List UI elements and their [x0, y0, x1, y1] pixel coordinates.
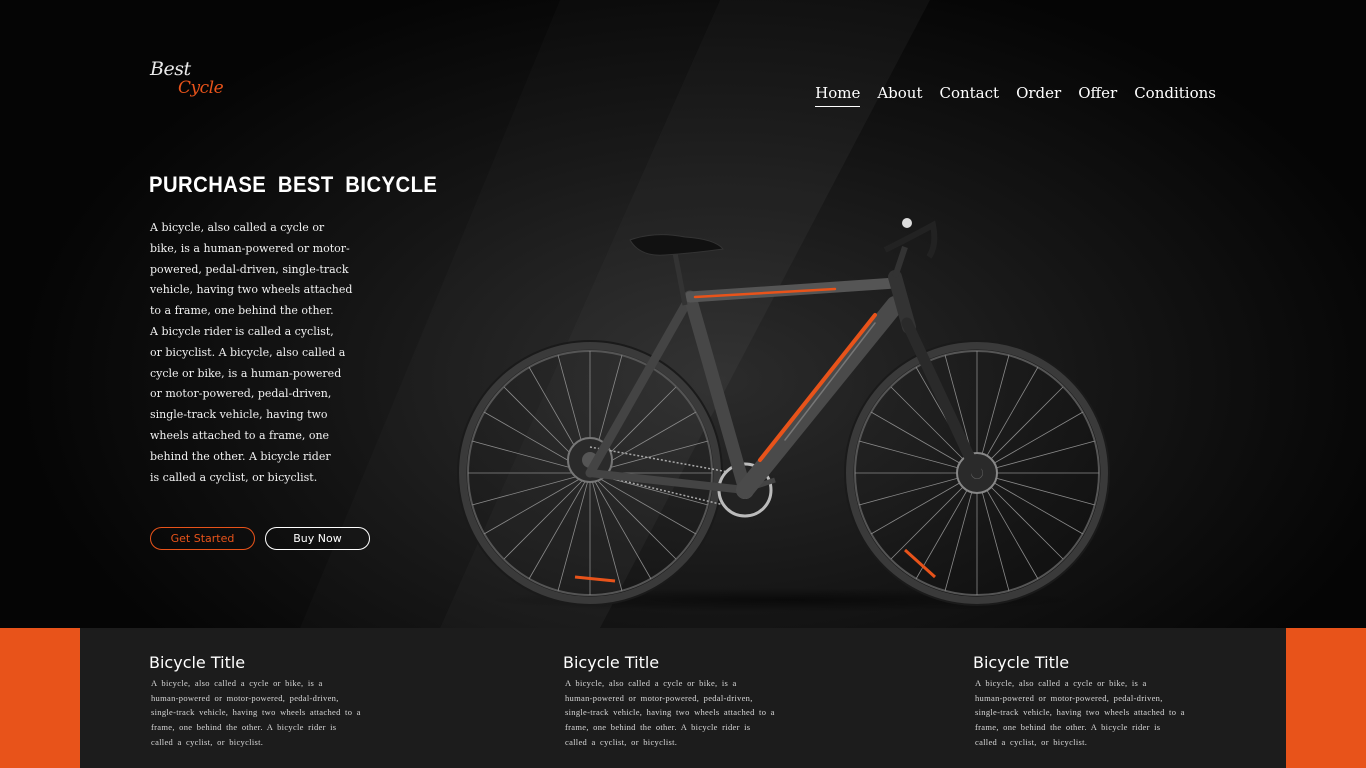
logo[interactable]: Best Cycle: [150, 58, 230, 102]
feature-card: Bicycle Title A bicycle, also called a c…: [563, 653, 813, 750]
logo-text-best: Best: [150, 58, 191, 80]
hero-description-line: wheels attached to a frame, one: [150, 428, 330, 442]
feature-line: frame, one behind the other. A bicycle r…: [151, 722, 337, 733]
feature-card: Bicycle Title A bicycle, also called a c…: [973, 653, 1223, 750]
feature-line: human-powered or motor-powered, pedal-dr…: [151, 692, 339, 703]
accent-bar-left: [0, 628, 80, 768]
hero-description-line: is called a cyclist, or bicyclist.: [150, 470, 318, 484]
feature-line: single-track vehicle, having two wheels …: [565, 707, 775, 718]
hero-section: Best Cycle Home About Contact Order Offe…: [0, 0, 1366, 628]
hero-description-line: vehicle, having two wheels attached: [150, 283, 353, 297]
nav-item-offer[interactable]: Offer: [1078, 84, 1117, 107]
hero-description-line: or motor-powered, pedal-driven,: [150, 387, 332, 401]
feature-line: frame, one behind the other. A bicycle r…: [975, 722, 1161, 733]
feature-line: human-powered or motor-powered, pedal-dr…: [565, 692, 753, 703]
feature-description: A bicycle, also called a cycle or bike, …: [563, 676, 813, 750]
buy-now-button[interactable]: Buy Now: [265, 527, 370, 550]
feature-line: called a cyclist, or bicyclist.: [565, 736, 678, 747]
features-section: Bicycle Title A bicycle, also called a c…: [0, 628, 1366, 768]
nav-item-conditions[interactable]: Conditions: [1134, 84, 1216, 107]
feature-title: Bicycle Title: [563, 653, 660, 672]
feature-line: A bicycle, also called a cycle or bike, …: [565, 678, 737, 688]
accent-bar-right: [1286, 628, 1366, 768]
hero-description: A bicycle, also called a cycle or bike, …: [150, 218, 353, 488]
hero-title: PURCHASE BEST BICYCLE: [149, 172, 438, 197]
feature-description: A bicycle, also called a cycle or bike, …: [973, 676, 1223, 750]
feature-card: Bicycle Title A bicycle, also called a c…: [149, 653, 399, 750]
hero-description-line: cycle or bike, is a human-powered: [150, 366, 342, 380]
feature-description: A bicycle, also called a cycle or bike, …: [149, 676, 399, 750]
feature-line: A bicycle, also called a cycle or bike, …: [975, 678, 1147, 688]
hero-description-line: bike, is a human-powered or motor-: [150, 241, 350, 255]
feature-line: human-powered or motor-powered, pedal-dr…: [975, 692, 1163, 703]
logo-text-cycle: Cycle: [178, 78, 224, 98]
nav-item-contact[interactable]: Contact: [939, 84, 999, 107]
nav-item-home[interactable]: Home: [815, 84, 861, 107]
get-started-button[interactable]: Get Started: [150, 527, 255, 550]
feature-line: called a cyclist, or bicyclist.: [975, 736, 1088, 747]
feature-line: called a cyclist, or bicyclist.: [151, 736, 264, 747]
feature-line: single-track vehicle, having two wheels …: [975, 707, 1185, 718]
nav-item-order[interactable]: Order: [1016, 84, 1061, 107]
hero-description-line: behind the other. A bicycle rider: [150, 449, 331, 463]
hero-description-line: or bicyclist. A bicycle, also called a: [150, 345, 346, 359]
feature-title: Bicycle Title: [149, 653, 246, 672]
hero-description-line: to a frame, one behind the other.: [150, 304, 334, 318]
main-nav: Home About Contact Order Offer Condition…: [815, 84, 1216, 107]
feature-line: frame, one behind the other. A bicycle r…: [565, 722, 751, 733]
bicycle-image: [457, 218, 1110, 612]
hero-description-line: A bicycle, also called a cycle or: [150, 221, 325, 234]
hero-description-line: single-track vehicle, having two: [150, 408, 328, 422]
nav-item-about[interactable]: About: [877, 84, 922, 107]
feature-line: single-track vehicle, having two wheels …: [151, 707, 361, 718]
feature-line: A bicycle, also called a cycle or bike, …: [151, 678, 323, 688]
feature-title: Bicycle Title: [973, 653, 1070, 672]
hero-description-line: powered, pedal-driven, single-track: [150, 262, 349, 276]
hero-description-line: A bicycle rider is called a cyclist,: [150, 324, 334, 338]
